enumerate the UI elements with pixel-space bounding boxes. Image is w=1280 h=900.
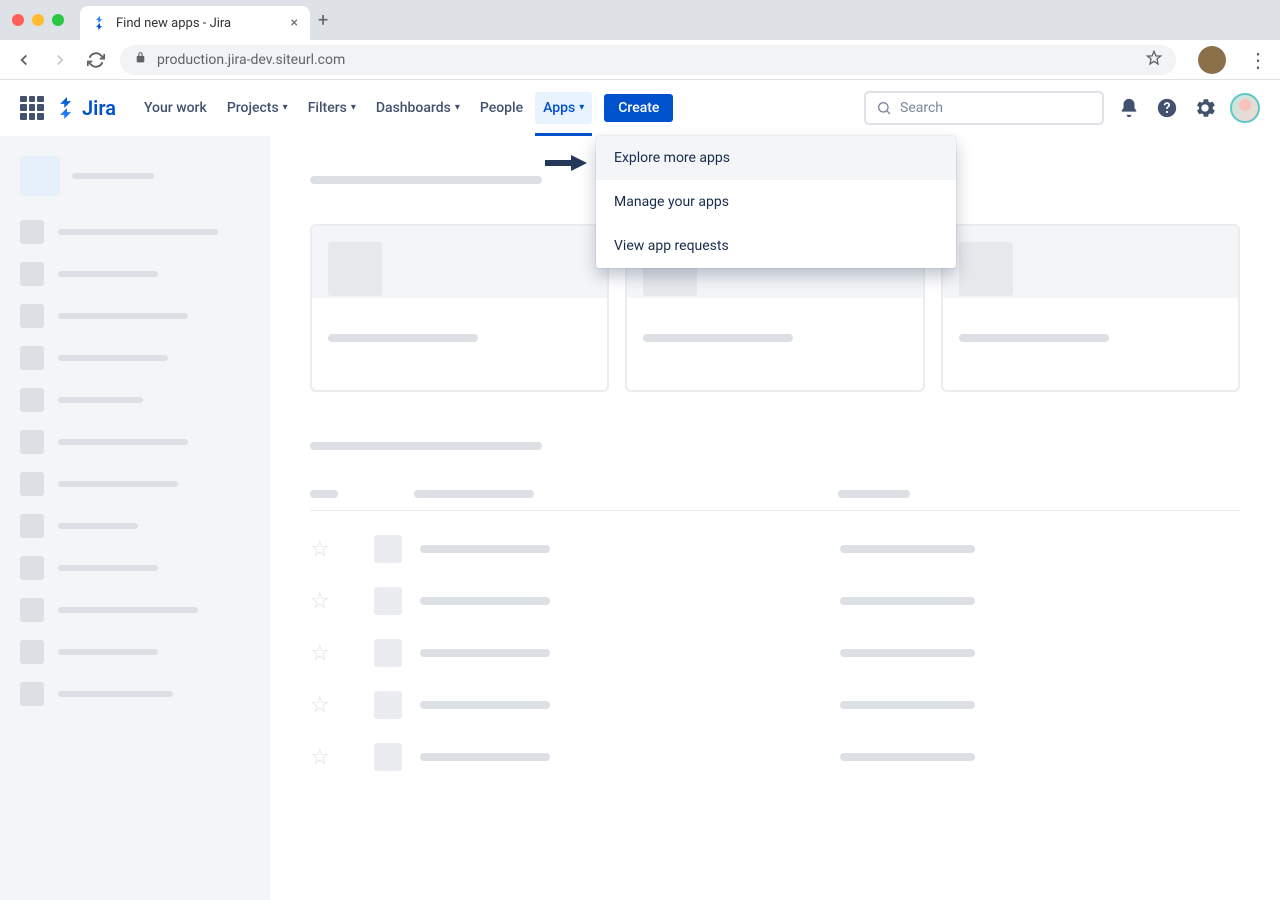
star-icon: ☆	[310, 745, 330, 770]
jira-product-name: Jira	[82, 96, 116, 120]
search-icon	[876, 100, 892, 116]
list-row-skeleton: ☆	[310, 523, 1240, 575]
heading-skeleton	[310, 176, 542, 184]
dropdown-item-app-requests[interactable]: View app requests	[596, 224, 956, 268]
star-icon: ☆	[310, 537, 330, 562]
notifications-icon[interactable]	[1116, 95, 1142, 121]
chevron-down-icon: ▾	[579, 102, 584, 113]
sidebar-header-skeleton	[20, 156, 250, 196]
help-icon[interactable]	[1154, 95, 1180, 121]
sidebar-item-skeleton	[20, 388, 250, 412]
list-row-skeleton: ☆	[310, 627, 1240, 679]
settings-icon[interactable]	[1192, 95, 1218, 121]
minimize-window-button[interactable]	[32, 14, 44, 26]
nav-projects[interactable]: Projects▾	[219, 92, 296, 124]
sidebar-list-skeleton	[20, 220, 250, 706]
user-avatar[interactable]	[1230, 93, 1260, 123]
dropdown-item-explore-apps[interactable]: Explore more apps	[596, 136, 956, 180]
back-button[interactable]	[12, 48, 36, 72]
nav-apps[interactable]: Apps▾	[535, 92, 592, 124]
sidebar-item-skeleton	[20, 262, 250, 286]
star-icon: ☆	[310, 641, 330, 666]
apps-dropdown-menu: Explore more apps Manage your apps View …	[596, 136, 956, 268]
browser-profile-avatar[interactable]	[1198, 46, 1226, 74]
sidebar-item-skeleton	[20, 640, 250, 664]
browser-tab-bar: Find new apps - Jira × +	[0, 0, 1280, 40]
list-row-skeleton: ☆	[310, 679, 1240, 731]
browser-menu-button[interactable]: ⋮	[1248, 48, 1268, 72]
new-tab-button[interactable]: +	[318, 10, 328, 31]
list-heading-skeleton	[310, 442, 542, 450]
sidebar	[0, 136, 270, 900]
bookmark-star-icon[interactable]	[1146, 50, 1162, 70]
sidebar-item-skeleton	[20, 472, 250, 496]
list-section: ☆ ☆ ☆ ☆ ☆	[310, 442, 1240, 783]
tab-title: Find new apps - Jira	[116, 16, 283, 31]
jira-top-nav: Jira Your work Projects▾ Filters▾ Dashbo…	[0, 80, 1280, 136]
header-right: Search	[864, 91, 1260, 125]
star-icon: ☆	[310, 693, 330, 718]
browser-toolbar: production.jira-dev.siteurl.com ⋮	[0, 40, 1280, 80]
sidebar-item-skeleton	[20, 304, 250, 328]
chevron-down-icon: ▾	[351, 102, 356, 113]
nav-dashboards[interactable]: Dashboards▾	[368, 92, 468, 124]
sidebar-item-skeleton	[20, 220, 250, 244]
jira-favicon	[92, 15, 108, 31]
create-button[interactable]: Create	[604, 94, 673, 122]
annotation-arrow	[545, 153, 587, 177]
primary-nav: Your work Projects▾ Filters▾ Dashboards▾…	[136, 92, 673, 124]
sidebar-item-skeleton	[20, 430, 250, 454]
card-skeleton	[310, 224, 609, 392]
sidebar-item-skeleton	[20, 514, 250, 538]
list-row-skeleton: ☆	[310, 731, 1240, 783]
close-window-button[interactable]	[12, 14, 24, 26]
card-skeleton	[941, 224, 1240, 392]
nav-filters[interactable]: Filters▾	[300, 92, 364, 124]
browser-tab[interactable]: Find new apps - Jira ×	[80, 6, 310, 40]
dropdown-item-manage-apps[interactable]: Manage your apps	[596, 180, 956, 224]
list-header-skeleton	[310, 490, 1240, 511]
chevron-down-icon: ▾	[455, 102, 460, 113]
app-switcher-icon[interactable]	[20, 96, 44, 120]
nav-your-work[interactable]: Your work	[136, 92, 215, 124]
url-text: production.jira-dev.siteurl.com	[157, 52, 1136, 68]
list-row-skeleton: ☆	[310, 575, 1240, 627]
sidebar-item-skeleton	[20, 682, 250, 706]
nav-people[interactable]: People	[472, 92, 531, 124]
search-input[interactable]: Search	[864, 91, 1104, 125]
jira-logo[interactable]: Jira	[56, 96, 116, 120]
reload-button[interactable]	[84, 48, 108, 72]
sidebar-item-skeleton	[20, 346, 250, 370]
star-icon: ☆	[310, 589, 330, 614]
maximize-window-button[interactable]	[52, 14, 64, 26]
chevron-down-icon: ▾	[283, 102, 288, 113]
search-placeholder: Search	[900, 100, 943, 116]
lock-icon	[134, 51, 147, 68]
window-controls	[12, 14, 64, 26]
close-tab-button[interactable]: ×	[291, 15, 298, 31]
sidebar-item-skeleton	[20, 598, 250, 622]
address-bar[interactable]: production.jira-dev.siteurl.com	[120, 45, 1176, 75]
forward-button[interactable]	[48, 48, 72, 72]
sidebar-item-skeleton	[20, 556, 250, 580]
